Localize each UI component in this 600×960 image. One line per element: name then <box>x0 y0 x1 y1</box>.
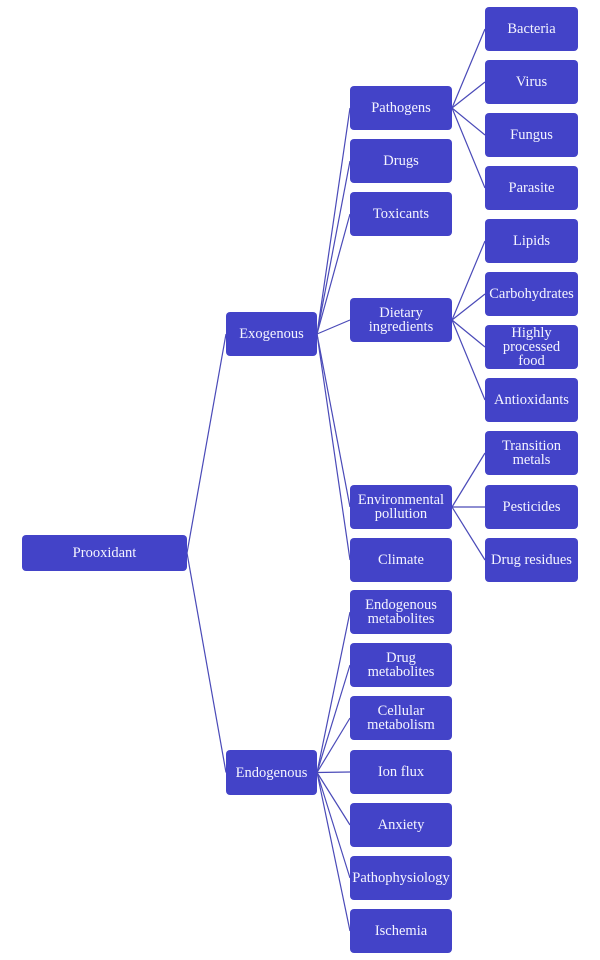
node-transition-metals: Transition metals <box>485 431 578 475</box>
node-environmental-pollution: Environmental pollution <box>350 485 452 529</box>
node-exogenous: Exogenous <box>226 312 317 356</box>
link-exogenous-toxicants <box>316 213 351 335</box>
node-virus: Virus <box>485 60 578 104</box>
link-environmental-pollution-drug-residues <box>451 506 486 561</box>
node-ion-flux: Ion flux <box>350 750 452 794</box>
link-endogenous-endogenous-metabolites <box>316 611 351 773</box>
link-exogenous-pathogens <box>316 107 351 335</box>
node-cellular-metabolism: Cellular metabolism <box>350 696 452 740</box>
link-dietary-ingredients-antioxidants <box>451 319 486 401</box>
node-antioxidants: Antioxidants <box>485 378 578 422</box>
node-drugs: Drugs <box>350 139 452 183</box>
link-exogenous-dietary-ingredients <box>316 319 351 335</box>
link-endogenous-ion-flux <box>316 771 351 774</box>
node-lipids: Lipids <box>485 219 578 263</box>
link-pathogens-bacteria <box>451 28 486 109</box>
node-drug-residues: Drug residues <box>485 538 578 582</box>
node-pathophysiology: Pathophysiology <box>350 856 452 900</box>
link-pathogens-parasite <box>451 107 486 189</box>
link-exogenous-environmental-pollution <box>316 333 351 508</box>
node-anxiety: Anxiety <box>350 803 452 847</box>
node-prooxidant: Prooxidant <box>22 535 187 571</box>
node-endogenous: Endogenous <box>226 750 317 795</box>
link-environmental-pollution-transition-metals <box>451 452 486 508</box>
link-prooxidant-exogenous <box>186 333 227 554</box>
node-toxicants: Toxicants <box>350 192 452 236</box>
node-endogenous-metabolites: Endogenous metabolites <box>350 590 452 634</box>
link-endogenous-ischemia <box>316 772 351 932</box>
link-dietary-ingredients-lipids <box>451 240 486 321</box>
link-endogenous-pathophysiology <box>316 772 351 879</box>
node-parasite: Parasite <box>485 166 578 210</box>
link-endogenous-cellular-metabolism <box>316 717 351 773</box>
link-endogenous-drug-metabolites <box>316 664 351 773</box>
node-highly-processed-food: Highly processed food <box>485 325 578 369</box>
node-climate: Climate <box>350 538 452 582</box>
node-bacteria: Bacteria <box>485 7 578 51</box>
node-dietary-ingredients: Dietary ingredients <box>350 298 452 342</box>
node-pesticides: Pesticides <box>485 485 578 529</box>
link-exogenous-climate <box>316 333 351 561</box>
node-ischemia: Ischemia <box>350 909 452 953</box>
link-exogenous-drugs <box>316 160 351 335</box>
node-fungus: Fungus <box>485 113 578 157</box>
node-pathogens: Pathogens <box>350 86 452 130</box>
node-drug-metabolites: Drug metabolites <box>350 643 452 687</box>
node-carbohydrates: Carbohydrates <box>485 272 578 316</box>
link-prooxidant-endogenous <box>186 552 227 773</box>
